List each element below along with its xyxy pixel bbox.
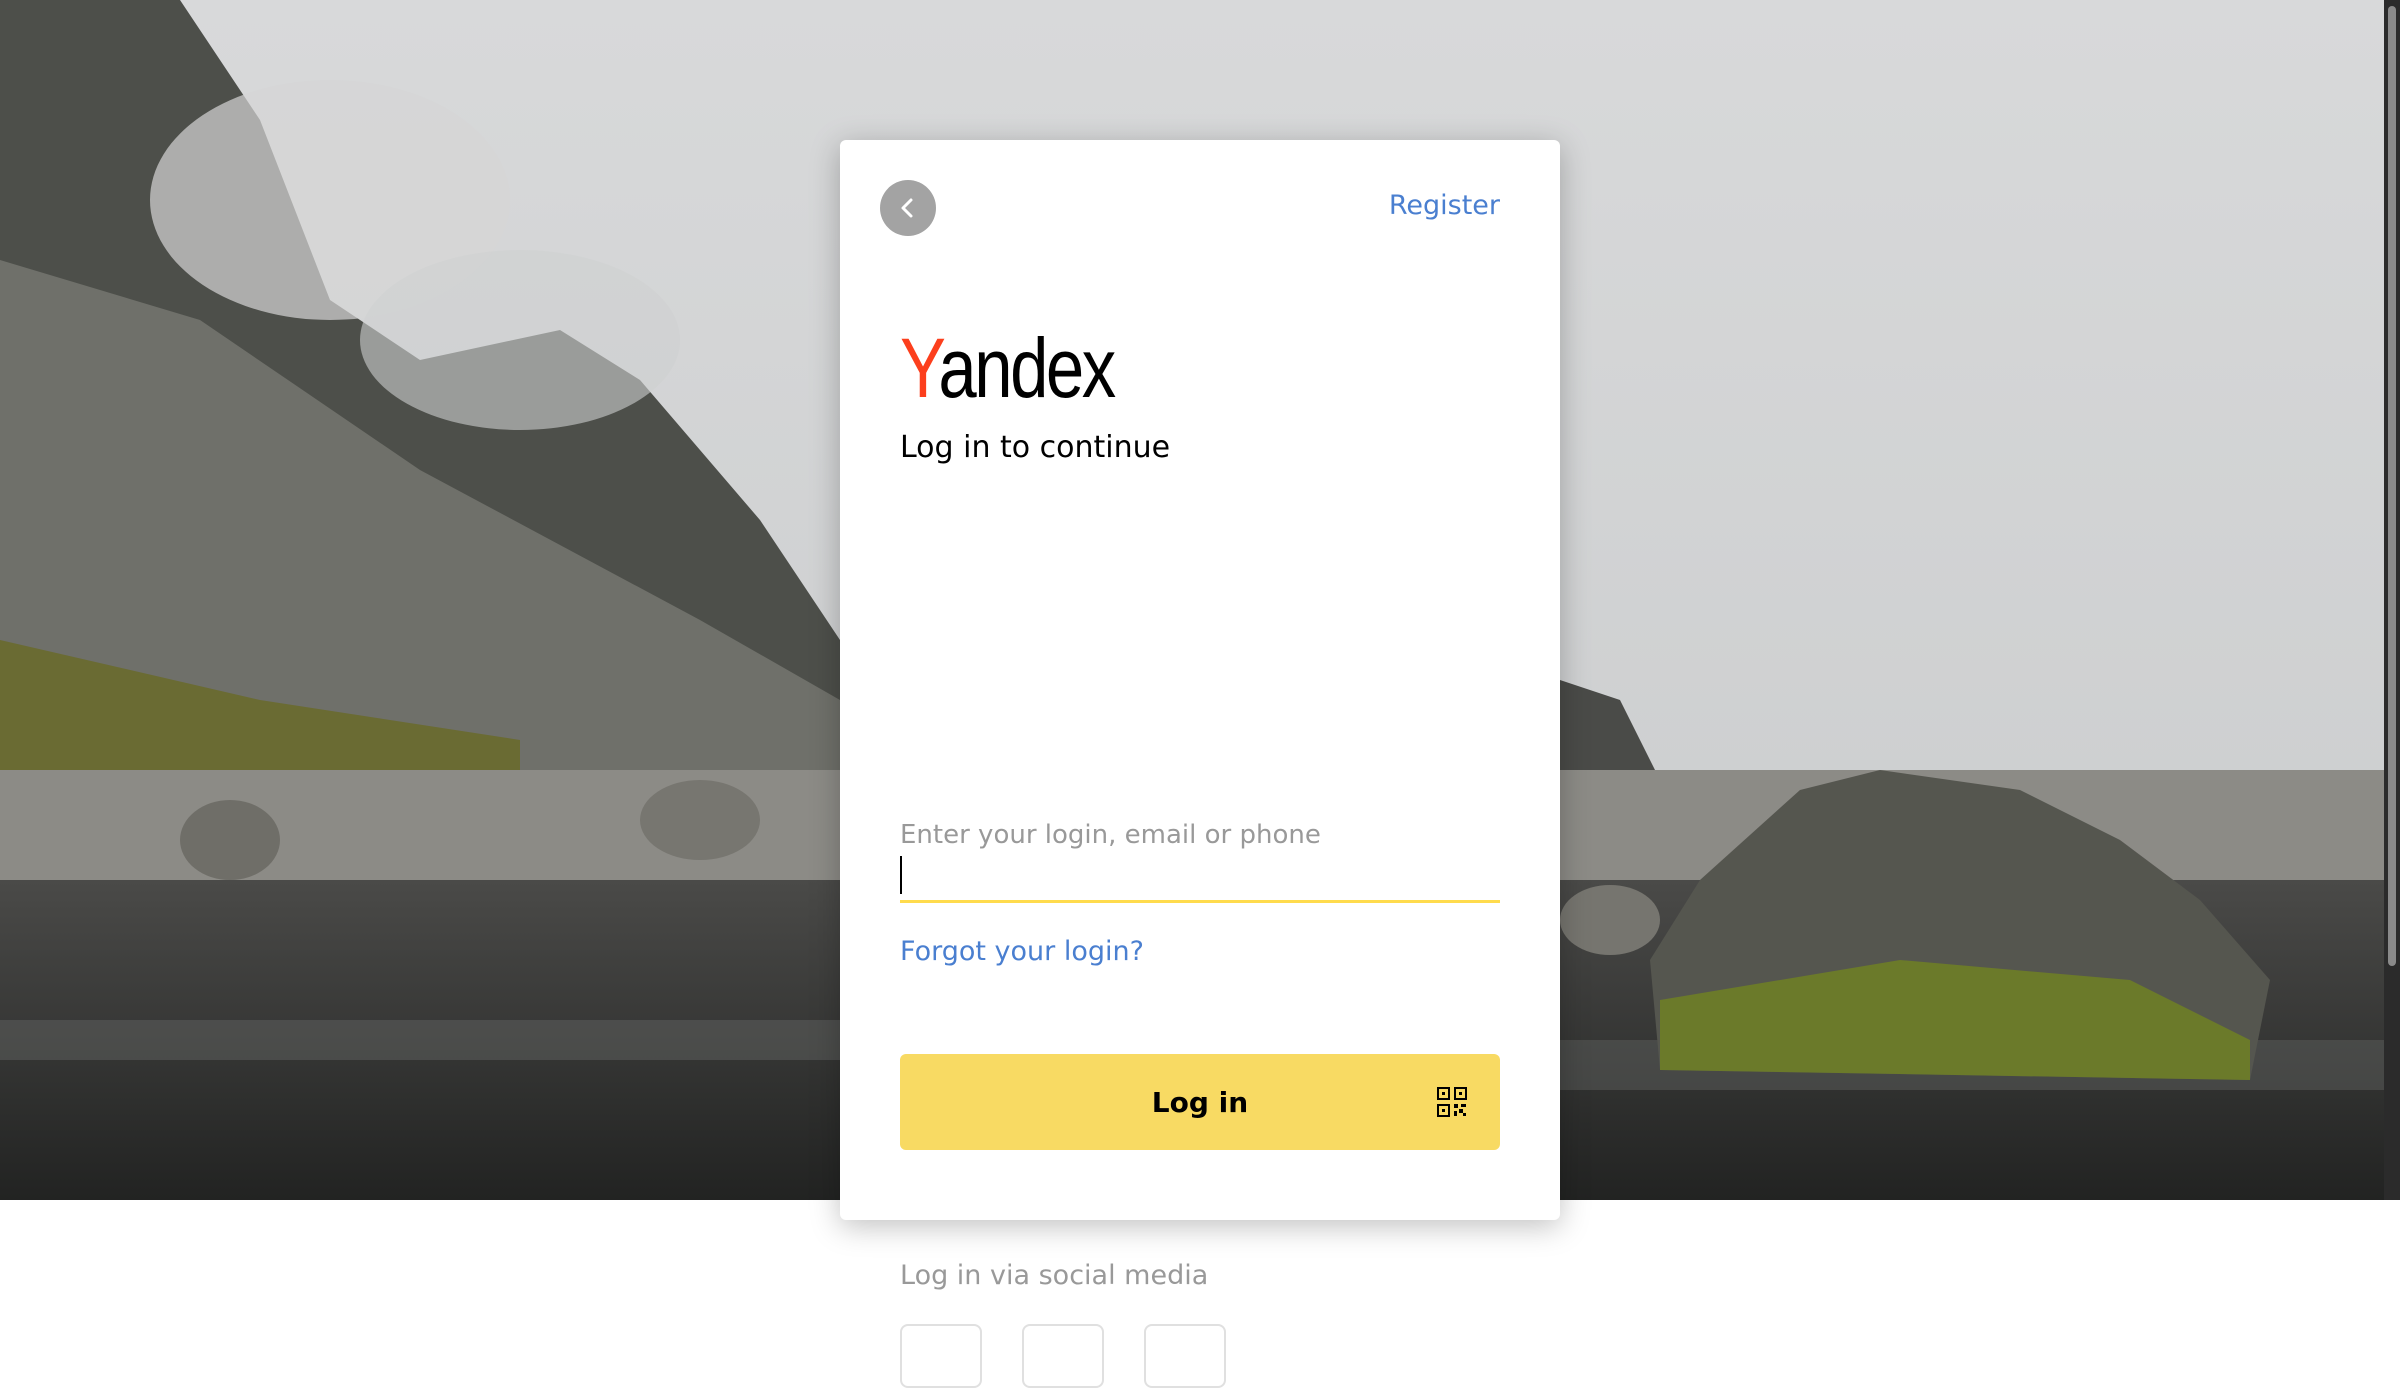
login-field-underline [900,900,1500,903]
login-field: Enter your login, email or phone [900,816,1500,904]
text-caret [900,856,902,894]
page-scrollbar[interactable] [2384,0,2400,1200]
register-link[interactable]: Register [1389,190,1500,221]
login-card: Register Yandex Log in to continue Enter… [840,140,1560,1388]
forgot-login-link[interactable]: Forgot your login? [900,936,1144,967]
login-field-label: Enter your login, email or phone [900,820,1321,850]
social-button[interactable] [1022,1324,1104,1388]
qr-code-icon[interactable] [1436,1086,1468,1118]
back-button[interactable] [880,180,936,236]
scrollbar-thumb[interactable] [2388,6,2396,966]
social-login-label: Log in via social media [900,1260,1209,1291]
yandex-logo: Yandex [900,326,1116,410]
social-button[interactable] [900,1324,982,1388]
logo-first-letter: Y [900,321,941,415]
login-input[interactable] [900,856,1500,898]
social-button[interactable] [1144,1324,1226,1388]
login-button[interactable]: Log in [900,1054,1500,1150]
logo-rest: andex [938,321,1116,415]
login-button-label: Log in [1151,1085,1249,1119]
page-subtitle: Log in to continue [900,430,1171,465]
social-buttons [900,1324,1226,1388]
chevron-left-icon [901,198,913,218]
